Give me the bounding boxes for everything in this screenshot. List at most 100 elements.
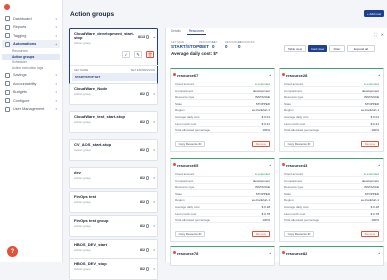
resource-row: Cloud account ● extended xyxy=(175,172,270,178)
resource-card[interactable]: resource43 ▴ Cloud account ● extended Compar… xyxy=(279,158,384,242)
chevron-down-icon: ▾ xyxy=(55,73,57,77)
chevron-up-icon[interactable]: ▴ xyxy=(153,35,155,39)
remove-button[interactable]: Remove xyxy=(252,231,270,237)
info-icon[interactable] xyxy=(145,35,149,39)
sidebar-item-user-management[interactable]: User Management ▾ xyxy=(2,105,60,113)
row-key: State xyxy=(284,191,292,196)
tab-details[interactable]: Details xyxy=(169,28,183,35)
sidebar-subitem-action-groups[interactable]: Action groups xyxy=(2,54,60,60)
row-key: Total allocated percentage xyxy=(284,128,320,133)
sidebar-item-label: Automations xyxy=(13,42,37,46)
sidebar-item-automations[interactable]: Automations ▴ xyxy=(2,40,60,48)
resource-row: Resource type INSTANCE xyxy=(175,95,270,101)
row-value: eu-frankfurt-1 xyxy=(360,108,379,113)
resource-card[interactable]: resource82 ▴ xyxy=(279,246,384,266)
delete-button[interactable]: 🗑 xyxy=(146,51,154,58)
sidebar-item-savings[interactable]: Savings ▾ xyxy=(2,71,60,79)
resource-card[interactable]: resource78 ▴ xyxy=(170,246,275,266)
remove-button[interactable]: Remove xyxy=(361,141,379,147)
row-value: $ 0.01 xyxy=(261,115,270,119)
row-value: $ 0.21 xyxy=(370,121,379,126)
chevron-down-icon[interactable]: ▾ xyxy=(153,224,155,228)
row-key: Average daily cost xyxy=(175,205,200,209)
resource-row: Resource type INSTANCE xyxy=(175,185,270,191)
copy-resource-id-button[interactable]: Copy Resource ID xyxy=(284,231,314,237)
action-group-card[interactable]: CloudWare_test_start-stop Action group 8/2… xyxy=(69,111,158,133)
sidebar-item-dashboard[interactable]: Dashboard ▾ xyxy=(2,15,60,23)
sidebar: Dashboard ▾ Reports ▾ Tagging ▾ Automations ▴ Re… xyxy=(0,0,63,262)
edit-icon-button[interactable]: ✎ xyxy=(134,51,142,58)
sidebar-item-reports[interactable]: Reports ▾ xyxy=(2,23,60,31)
row-value: STOPPED xyxy=(255,191,270,196)
resource-card[interactable]: resource67 ▴ Cloud account ● extended Compar… xyxy=(170,68,275,152)
copy-resource-id-button[interactable]: Copy Resource ID xyxy=(175,141,205,147)
view-button-filter[interactable]: Filter xyxy=(329,45,345,52)
resource-card[interactable]: resource65 ▴ Cloud account ● extended Compar… xyxy=(170,158,275,242)
stat-value: 0 xyxy=(212,44,215,49)
chevron-down-icon[interactable]: ▾ xyxy=(153,248,155,252)
info-icon[interactable] xyxy=(145,148,149,152)
sidebar-item-configure[interactable]: Configure ▾ xyxy=(2,97,60,105)
help-button[interactable]: ? xyxy=(7,246,18,257)
resource-row: Last month cost $ 0.78 xyxy=(284,212,379,217)
resource-card[interactable]: resource28 ▴ Cloud account ● extended Compar… xyxy=(279,68,384,152)
action-group-card[interactable]: CV_AOS_start-stop Action group 8/2 ▾ xyxy=(69,139,158,161)
sidebar-item-accountability[interactable]: Accountability ▾ xyxy=(2,80,60,88)
sidebar-item-label: Accountability xyxy=(13,81,37,86)
remove-button[interactable]: Remove xyxy=(252,141,270,147)
add-new-button[interactable]: + Add new xyxy=(364,10,384,17)
resource-name: resource67 xyxy=(177,73,199,78)
info-icon[interactable] xyxy=(145,248,149,252)
view-button-expand-all[interactable]: Expand all xyxy=(347,45,375,52)
sidebar-item-tagging[interactable]: Tagging ▾ xyxy=(2,32,60,40)
resource-icon xyxy=(282,163,285,167)
info-icon[interactable] xyxy=(145,224,149,228)
chevron-down-icon[interactable]: ▾ xyxy=(153,148,155,152)
row-key: Last month cost xyxy=(284,121,306,126)
close-icon[interactable]: ✕ xyxy=(381,32,384,37)
info-icon[interactable] xyxy=(145,267,149,271)
chevron-up-icon[interactable]: ▴ xyxy=(269,251,271,255)
info-icon[interactable] xyxy=(145,92,149,96)
info-icon[interactable] xyxy=(145,200,149,204)
row-value: eu-frankfurt-1 xyxy=(251,198,270,203)
expand-icon[interactable]: ⛶ xyxy=(374,32,377,37)
resource-row: State STOPPED xyxy=(175,192,270,197)
chevron-down-icon[interactable]: ▾ xyxy=(153,267,155,271)
row-key: Compartment xyxy=(175,178,194,183)
chevron-up-icon[interactable]: ▴ xyxy=(269,73,271,77)
group-subtitle: Action group xyxy=(74,120,91,124)
chevron-up-icon[interactable]: ▴ xyxy=(378,163,380,167)
action-group-card[interactable]: CloudWare_development_start-stop Action g… xyxy=(69,28,159,88)
chevron-up-icon[interactable]: ▴ xyxy=(269,163,271,167)
view-button-table-view[interactable]: Table view xyxy=(284,45,306,52)
chevron-up-icon[interactable]: ▴ xyxy=(378,251,380,255)
row-key: Total allocated percentage xyxy=(175,128,211,133)
action-group-card[interactable]: CloudWare_Node Action group 8/2 ▾ xyxy=(69,83,158,105)
chevron-up-icon[interactable]: ▴ xyxy=(378,73,380,77)
action-group-card[interactable]: dev Action group 8/2 ▾ xyxy=(69,167,158,189)
sidebar-item-budgets[interactable]: Budgets ▾ xyxy=(2,88,60,96)
chevron-down-icon[interactable]: ▾ xyxy=(153,92,155,96)
row-value: development xyxy=(361,88,379,93)
tab-resources[interactable]: Resources xyxy=(186,28,206,35)
chevron-down-icon[interactable]: ▾ xyxy=(153,200,155,204)
app-root: Dashboard ▾ Reports ▾ Tagging ▾ Automations ▴ Re… xyxy=(0,0,387,280)
group-count: 8/2 xyxy=(140,148,145,152)
logo-icon xyxy=(4,4,10,10)
info-icon[interactable] xyxy=(145,176,149,180)
chevron-down-icon[interactable]: ▾ xyxy=(153,176,155,180)
view-button-card-view[interactable]: Card view xyxy=(308,45,327,52)
copy-resource-id-button[interactable]: Copy Resource ID xyxy=(284,141,314,147)
set-row[interactable]: START/STOP SET xyxy=(72,73,157,81)
chevron-down-icon[interactable]: ▾ xyxy=(153,120,155,124)
copy-resource-id-button[interactable]: Copy Resource ID xyxy=(175,231,205,237)
sidebar-item-label: Savings xyxy=(13,73,27,77)
sidebar-subitem-action-execution-logs[interactable]: Action execution logs xyxy=(2,65,60,71)
action-group-card[interactable]: FinOps test group Action group 8/2 ▾ xyxy=(69,215,158,237)
action-group-card[interactable]: FinOps test Action group 8/2 ▾ xyxy=(69,191,158,213)
info-icon[interactable] xyxy=(145,120,149,124)
action-group-card[interactable]: HBOS_DEV_stop Action group 8/2 ▾ xyxy=(69,258,158,280)
remove-button[interactable]: Remove xyxy=(361,231,379,237)
edit-button[interactable]: ✓ xyxy=(122,51,130,58)
